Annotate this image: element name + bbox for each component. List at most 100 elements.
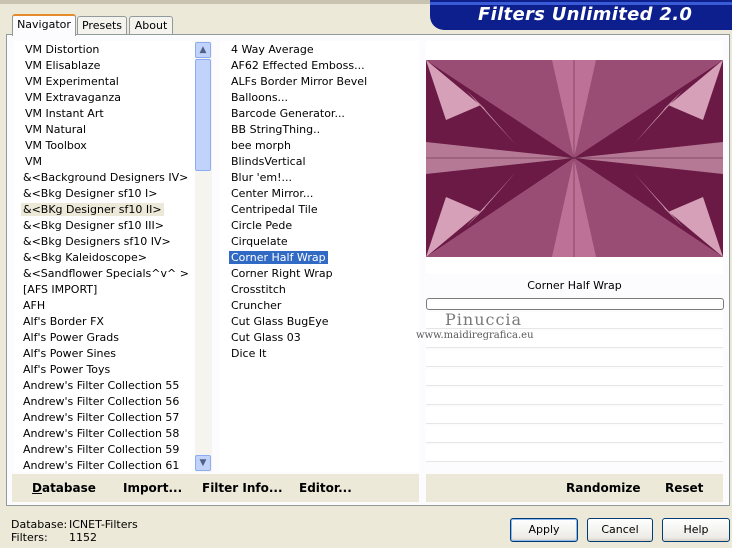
database-label: Database:	[11, 518, 68, 531]
list-item[interactable]: Andrew's Filter Collection 56	[23, 394, 179, 410]
app-title: Filters Unlimited 2.0	[478, 4, 693, 25]
cancel-button[interactable]: Cancel	[587, 518, 653, 542]
list-item-label: VM Toolbox	[25, 139, 87, 152]
right-action-bar: Randomize Reset	[426, 474, 723, 502]
list-item[interactable]: Blur 'em!...	[231, 170, 292, 186]
list-item[interactable]: &<Bkg Kaleidoscope>	[23, 250, 147, 266]
list-item[interactable]: Alf's Border FX	[23, 314, 104, 330]
list-item-label: Cirquelate	[231, 235, 288, 248]
list-item[interactable]: VM Extravaganza	[25, 90, 121, 106]
list-item[interactable]: Cut Glass 03	[231, 330, 301, 346]
watermark-name: Pinuccia	[445, 310, 523, 329]
list-item-label: Andrew's Filter Collection 56	[23, 395, 180, 408]
scroll-down-button[interactable]: ▼	[195, 455, 211, 471]
list-item[interactable]: Circle Pede	[231, 218, 292, 234]
list-item-label: Cut Glass BugEye	[231, 315, 329, 328]
list-item[interactable]: Balloons...	[231, 90, 288, 106]
list-item-label: AF62 Effected Emboss...	[231, 59, 365, 72]
randomize-link[interactable]: Randomize	[566, 481, 640, 495]
list-item[interactable]: &<Bkg Designers sf10 IV>	[23, 234, 171, 250]
tab-about[interactable]: About	[129, 16, 173, 35]
list-item-label: Center Mirror...	[231, 187, 314, 200]
list-item[interactable]: VM Elisablaze	[25, 58, 100, 74]
list-item[interactable]: VM Toolbox	[25, 138, 87, 154]
parameter-row	[426, 407, 723, 424]
list-item[interactable]: Cruncher	[231, 298, 281, 314]
list-item-label: Corner Right Wrap	[231, 267, 333, 280]
list-item[interactable]: Alf's Power Toys	[23, 362, 110, 378]
help-button[interactable]: Help	[662, 518, 730, 542]
list-item[interactable]: &<Sandflower Specials^v^ >	[23, 266, 189, 282]
list-item[interactable]: Corner Right Wrap	[231, 266, 333, 282]
list-item[interactable]: BB StringThing..	[231, 122, 320, 138]
list-item[interactable]: Alf's Power Sines	[23, 346, 116, 362]
list-item-label: Dice It	[231, 347, 267, 360]
list-item[interactable]: Andrew's Filter Collection 58	[23, 426, 179, 442]
list-item-label: Andrew's Filter Collection 58	[23, 427, 180, 440]
parameter-row	[426, 426, 723, 443]
list-item[interactable]: VM Experimental	[25, 74, 119, 90]
list-item-label: &<Bkg Designers sf10 IV>	[23, 235, 171, 248]
list-item[interactable]: Barcode Generator...	[231, 106, 345, 122]
list-item[interactable]: VM Distortion	[25, 42, 99, 58]
list-item[interactable]: [AFS IMPORT]	[23, 282, 97, 298]
list-item[interactable]: Andrew's Filter Collection 57	[23, 410, 179, 426]
list-item[interactable]: ALFs Border Mirror Bevel	[231, 74, 367, 90]
import-link[interactable]: Import...	[123, 481, 182, 495]
list-item-label: &<Sandflower Specials^v^ >	[23, 267, 189, 280]
tab-presets[interactable]: Presets	[77, 16, 127, 35]
category-list[interactable]: VM Distortion VM Elisablaze VM Experimenta…	[14, 41, 195, 472]
list-item-label: Alf's Power Grads	[23, 331, 119, 344]
scroll-thumb[interactable]	[195, 59, 211, 171]
list-item[interactable]: Cirquelate	[231, 234, 288, 250]
list-item[interactable]: BlindsVertical	[231, 154, 306, 170]
left-action-bar: Database Import... Filter Info... Editor…	[12, 474, 419, 502]
list-item[interactable]: Center Mirror...	[231, 186, 313, 202]
editor-link[interactable]: Editor...	[299, 481, 352, 495]
list-item[interactable]: Alf's Power Grads	[23, 330, 119, 346]
filter-info-link[interactable]: Filter Info...	[202, 481, 283, 495]
scroll-up-button[interactable]: ▲	[195, 42, 211, 58]
list-item[interactable]: VM Instant Art	[25, 106, 104, 122]
database-link-text: atabase	[41, 481, 96, 495]
list-item-label: Blur 'em!...	[231, 171, 292, 184]
list-item[interactable]: Andrew's Filter Collection 59	[23, 442, 179, 458]
tab-navigator[interactable]: Navigator	[12, 14, 76, 36]
list-item[interactable]: Dice It	[231, 346, 266, 362]
list-item[interactable]: &<Bkg Designer sf10 I>	[23, 186, 158, 202]
list-item-label: BB StringThing..	[231, 123, 321, 136]
list-item-label: Cruncher	[231, 299, 282, 312]
list-item-label: &<Bkg Kaleidoscope>	[23, 251, 148, 264]
chevron-down-icon: ▼	[199, 458, 207, 468]
list-item[interactable]: &<BKg Designer sf10 II>	[21, 202, 164, 218]
list-item-label: Andrew's Filter Collection 61	[23, 459, 180, 472]
parameter-row	[426, 388, 723, 405]
apply-button[interactable]: Apply	[510, 518, 578, 542]
list-item[interactable]: Andrew's Filter Collection 61	[23, 458, 179, 472]
list-item-label: &<Background Designers IV>	[23, 171, 189, 184]
reset-link[interactable]: Reset	[665, 481, 703, 495]
database-link[interactable]: Database	[32, 481, 96, 495]
list-item[interactable]: Crosstitch	[231, 282, 286, 298]
list-item-label: &<BKg Designer sf10 II>	[21, 203, 164, 216]
preview-image	[426, 60, 723, 257]
list-item[interactable]: AFH	[23, 298, 45, 314]
category-scrollbar[interactable]: ▲ ▼	[195, 41, 212, 472]
list-item[interactable]: 4 Way Average	[231, 42, 314, 58]
list-item[interactable]: VM Natural	[25, 122, 86, 138]
filters-label: Filters:	[11, 531, 48, 544]
list-item[interactable]: &<Background Designers IV>	[23, 170, 188, 186]
list-item[interactable]: Corner Half Wrap	[229, 250, 328, 266]
list-item[interactable]: Cut Glass BugEye	[231, 314, 328, 330]
list-item[interactable]: &<Bkg Designer sf10 III>	[23, 218, 164, 234]
parameter-row	[426, 350, 723, 367]
list-item[interactable]: AF62 Effected Emboss...	[231, 58, 365, 74]
chevron-up-icon: ▲	[199, 45, 207, 55]
list-item[interactable]: Centripedal Tile	[231, 202, 318, 218]
watermark-site: www.maidiregrafica.eu	[416, 330, 534, 341]
list-item[interactable]: VM	[25, 154, 42, 170]
list-item-label: VM Extravaganza	[25, 91, 122, 104]
list-item[interactable]: bee morph	[231, 138, 291, 154]
list-item[interactable]: Andrew's Filter Collection 55	[23, 378, 179, 394]
filter-list[interactable]: 4 Way Average AF62 Effected Emboss... ALFs…	[220, 41, 419, 472]
